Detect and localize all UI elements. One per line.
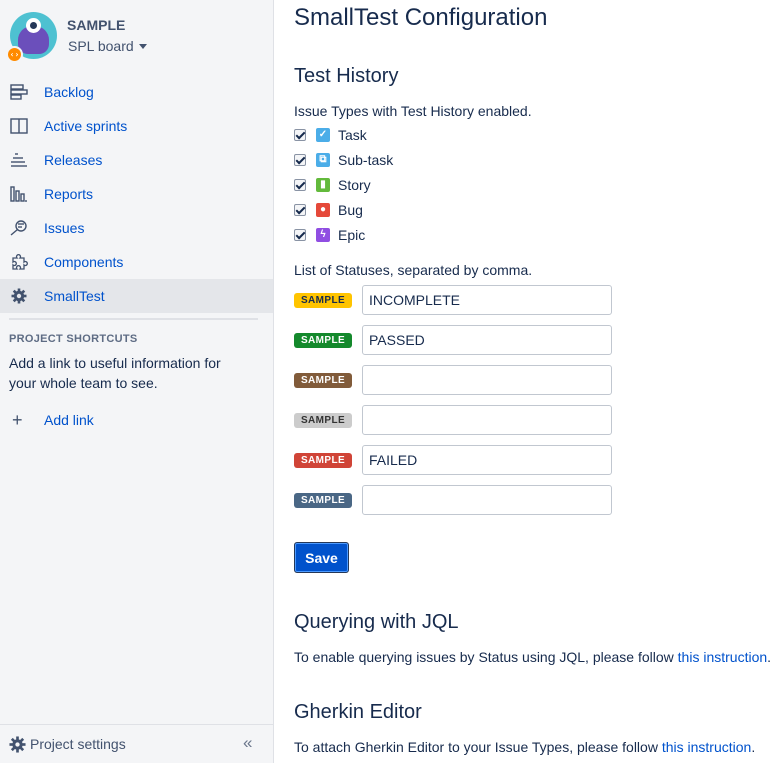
add-link-label: Add link xyxy=(44,412,94,428)
status-row: SAMPLE xyxy=(294,365,614,395)
sidebar-item-label: Reports xyxy=(44,186,94,202)
jql-description: To enable querying issues by Status usin… xyxy=(294,649,771,665)
releases-icon xyxy=(11,153,27,167)
sidebar-item-label: Backlog xyxy=(44,84,94,100)
issue-type-label: Task xyxy=(338,127,367,143)
page-title: SmallTest Configuration xyxy=(294,4,548,31)
main-content: SmallTest Configuration Test History Iss… xyxy=(294,0,776,763)
sidebar-item-active-sprints[interactable]: Active sprints xyxy=(0,109,273,143)
sidebar-item-components[interactable]: Components xyxy=(0,245,273,279)
save-button[interactable]: Save xyxy=(294,542,349,573)
reports-icon xyxy=(10,186,27,202)
status-lozenge-yellow: SAMPLE xyxy=(294,293,352,308)
status-input-brown[interactable] xyxy=(362,365,612,395)
task-checkbox[interactable] xyxy=(294,129,306,141)
status-lozenge-gray: SAMPLE xyxy=(294,413,352,428)
sidebar-item-label: Active sprints xyxy=(44,118,128,134)
project-settings-link[interactable]: Project settings xyxy=(30,736,126,752)
board-selector[interactable]: SPL board xyxy=(68,38,147,54)
issue-type-label: Story xyxy=(338,177,371,193)
status-row: SAMPLE xyxy=(294,405,614,435)
sidebar-item-issues[interactable]: Issues xyxy=(0,211,273,245)
status-lozenge-green: SAMPLE xyxy=(294,333,352,348)
plus-icon: + xyxy=(12,410,23,430)
test-history-heading: Test History xyxy=(294,65,399,87)
sidebar-footer: Project settings « xyxy=(0,724,273,763)
sidebar-divider xyxy=(9,318,258,320)
gherkin-instruction-link[interactable]: this instruction xyxy=(662,739,751,755)
add-link-button[interactable]: + Add link xyxy=(0,403,273,437)
epic-checkbox[interactable] xyxy=(294,229,306,241)
jql-heading: Querying with JQL xyxy=(294,611,459,633)
board-name: SPL board xyxy=(68,38,134,54)
sidebar-item-label: Releases xyxy=(44,152,103,168)
jql-instruction-link[interactable]: this instruction xyxy=(678,649,767,665)
status-row: SAMPLE xyxy=(294,325,614,355)
gherkin-text: To attach Gherkin Editor to your Issue T… xyxy=(294,739,662,755)
issue-type-row-story: ▮ Story xyxy=(294,175,494,197)
gherkin-suffix: . xyxy=(751,739,756,755)
status-row: SAMPLE xyxy=(294,445,614,475)
gear-icon xyxy=(11,288,27,304)
sidebar-item-reports[interactable]: Reports xyxy=(0,177,273,211)
jql-text: To enable querying issues by Status usin… xyxy=(294,649,678,665)
story-checkbox[interactable] xyxy=(294,179,306,191)
issue-type-label: Epic xyxy=(338,227,366,243)
gherkin-heading: Gherkin Editor xyxy=(294,701,422,723)
status-input-gray[interactable] xyxy=(362,405,612,435)
chevron-down-icon xyxy=(138,44,147,49)
epic-icon: ϟ xyxy=(316,228,330,242)
components-icon xyxy=(12,254,28,270)
sidebar-item-releases[interactable]: Releases xyxy=(0,143,273,177)
statuses-label: List of Statuses, separated by comma. xyxy=(294,262,533,278)
status-input-blue-gray[interactable] xyxy=(362,485,612,515)
project-name[interactable]: SAMPLE xyxy=(67,17,125,33)
sidebar-nav: Backlog Active sprints Releases Reports … xyxy=(0,75,273,313)
gear-icon xyxy=(9,736,26,753)
issue-type-label: Bug xyxy=(338,202,363,218)
issue-type-row-subtask: ⧉ Sub-task xyxy=(294,150,494,172)
issue-type-label: Sub-task xyxy=(338,152,394,168)
collapse-sidebar-icon[interactable]: « xyxy=(243,733,252,753)
gherkin-description: To attach Gherkin Editor to your Issue T… xyxy=(294,739,755,755)
jql-suffix: . xyxy=(767,649,772,665)
issue-type-row-bug: ● Bug xyxy=(294,200,494,222)
project-header: ‹› SAMPLE SPL board xyxy=(0,0,273,72)
test-history-description: Issue Types with Test History enabled. xyxy=(294,103,532,119)
software-project-badge-icon: ‹› xyxy=(6,46,23,63)
issues-icon xyxy=(10,220,27,236)
sidebar-item-backlog[interactable]: Backlog xyxy=(0,75,273,109)
status-lozenge-red: SAMPLE xyxy=(294,453,352,468)
issue-type-row-epic: ϟ Epic xyxy=(294,225,494,247)
sidebar-item-label: Issues xyxy=(44,220,85,236)
sidebar-item-smalltest[interactable]: SmallTest xyxy=(0,279,273,313)
bug-checkbox[interactable] xyxy=(294,204,306,216)
story-icon: ▮ xyxy=(316,178,330,192)
active-sprints-icon xyxy=(10,118,28,134)
backlog-icon xyxy=(10,84,28,100)
sidebar: ‹› SAMPLE SPL board Backlog Active sprin… xyxy=(0,0,274,763)
status-input-green[interactable] xyxy=(362,325,612,355)
status-lozenge-blue-gray: SAMPLE xyxy=(294,493,352,508)
bug-icon: ● xyxy=(316,203,330,217)
project-shortcuts-description: Add a link to useful information for you… xyxy=(9,355,221,391)
status-row: SAMPLE xyxy=(294,285,614,315)
status-lozenge-brown: SAMPLE xyxy=(294,373,352,388)
status-input-red[interactable] xyxy=(362,445,612,475)
subtask-icon: ⧉ xyxy=(316,153,330,167)
status-row: SAMPLE xyxy=(294,485,614,515)
project-shortcuts-title: PROJECT SHORTCUTS xyxy=(9,333,138,345)
status-input-yellow[interactable] xyxy=(362,285,612,315)
issue-type-row-task: ✓ Task xyxy=(294,125,494,147)
subtask-checkbox[interactable] xyxy=(294,154,306,166)
task-icon: ✓ xyxy=(316,128,330,142)
sidebar-item-label: SmallTest xyxy=(44,288,105,304)
sidebar-item-label: Components xyxy=(44,254,124,270)
